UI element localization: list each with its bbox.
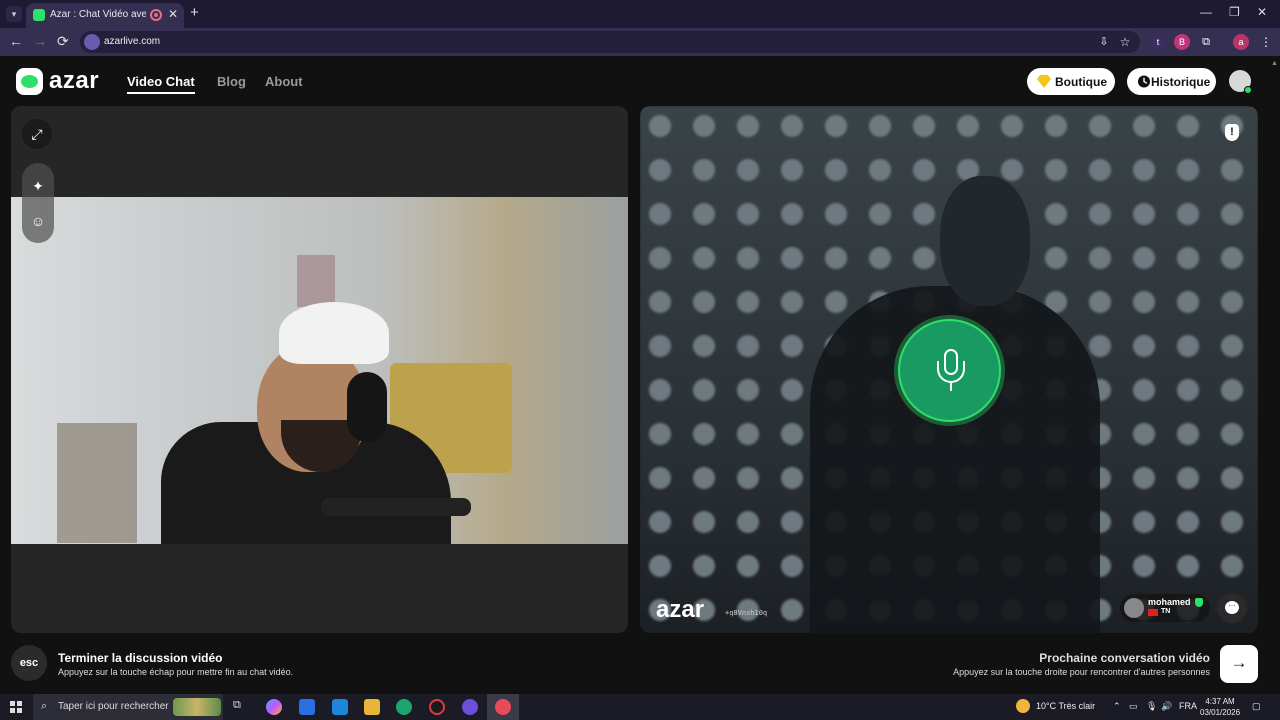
nav-blog[interactable]: Blog	[217, 74, 246, 89]
taskbar-search-box[interactable]: ⌕ Taper ici pour rechercher	[33, 694, 223, 720]
next-chat-arrow-button[interactable]: →	[1220, 645, 1258, 683]
site-info-icon[interactable]	[84, 34, 100, 50]
language-indicator[interactable]: FRA	[1179, 701, 1197, 711]
address-bar[interactable]: azarlive.com	[80, 31, 1140, 53]
search-highlight-art	[173, 698, 221, 716]
expand-icon[interactable]: ⤢	[22, 119, 52, 149]
effects-toolbar: ✦ ☺	[22, 163, 54, 243]
gem-icon	[1037, 75, 1051, 88]
windows-taskbar: ⌕ Taper ici pour rechercher ⧉ 10°C Très …	[0, 694, 1280, 720]
bookmark-star-icon[interactable]: ☆	[1117, 34, 1133, 50]
clock-date: 03/01/2026	[1200, 708, 1241, 717]
boutique-label: Boutique	[1055, 75, 1107, 89]
notification-icon[interactable]: ▢	[1252, 701, 1261, 712]
sparkle-effects-icon[interactable]: ✦	[23, 171, 53, 201]
peer-name: mohamed	[1148, 597, 1191, 607]
azar-logo-icon[interactable]	[16, 68, 43, 95]
azar-logo-text[interactable]: azar	[49, 67, 99, 95]
extension-t-icon[interactable]: t	[1150, 34, 1166, 50]
azar-favicon-icon	[33, 9, 45, 21]
tunisia-flag-icon	[1148, 609, 1158, 616]
next-chat-title: Prochaine conversation vidéo	[1039, 651, 1210, 665]
tray-overflow-icon[interactable]: ⌃	[1113, 701, 1121, 712]
online-status-icon	[1244, 86, 1252, 94]
face-filter-icon[interactable]: ☺	[23, 206, 53, 236]
nav-active-underline	[127, 92, 195, 94]
historique-label: Historique	[1151, 75, 1211, 89]
scrollbar-up-icon[interactable]: ▲	[1271, 60, 1278, 67]
boutique-button[interactable]: Boutique	[1027, 68, 1115, 95]
browser-menu-icon[interactable]: ⋮	[1258, 34, 1274, 50]
extensions-puzzle-icon[interactable]: ⧉	[1198, 34, 1214, 50]
network-icon[interactable]: ▭	[1129, 701, 1138, 712]
new-tab-button[interactable]: +	[190, 4, 199, 21]
browser-tab[interactable]: Azar : Chat Vidéo avec de n ✕	[26, 3, 184, 28]
windows-start-icon[interactable]	[10, 701, 22, 713]
restore-button[interactable]: ❐	[1229, 5, 1240, 19]
browser-toolbar: ← → ⟳ azarlive.com ⇩ ☆ t B ⧉ a ⋮	[0, 28, 1280, 56]
extension-shield-icon[interactable]: B	[1174, 34, 1190, 50]
end-chat-title: Terminer la discussion vidéo	[58, 651, 223, 665]
report-shield-icon[interactable]: !	[1225, 124, 1239, 141]
chat-button[interactable]: ···	[1217, 593, 1247, 623]
edge-browser-icon[interactable]	[396, 699, 412, 715]
peer-video-panel: ! azar +q8Vnsh10q mohamed TN ···	[640, 106, 1258, 633]
azar-page: azar Video Chat Blog About Boutique Hist…	[0, 56, 1280, 694]
peer-avatar	[1124, 598, 1144, 618]
clock-icon	[1137, 75, 1151, 88]
chrome-icon	[495, 699, 511, 715]
microphone-tray-icon[interactable]: 🎙	[1146, 701, 1157, 712]
peer-country: TN	[1161, 608, 1171, 615]
tab-close-icon[interactable]: ✕	[168, 7, 178, 21]
self-video-panel: ⤢ ✦ ☺	[11, 106, 628, 633]
install-app-icon[interactable]: ⇩	[1096, 34, 1112, 50]
search-placeholder: Taper ici pour rechercher	[58, 701, 169, 712]
wall-poster	[297, 255, 335, 307]
taskbar-active-app[interactable]	[487, 694, 519, 720]
mic-indicator[interactable]	[894, 315, 1005, 426]
copilot-icon[interactable]	[266, 699, 282, 715]
weather-moon-icon[interactable]	[1016, 699, 1030, 713]
nav-video-chat[interactable]: Video Chat	[127, 74, 195, 89]
obs-icon[interactable]	[429, 699, 445, 715]
self-person	[161, 302, 471, 544]
historique-button[interactable]: Historique	[1127, 68, 1216, 95]
peer-profile-chip[interactable]: mohamed TN	[1120, 594, 1210, 622]
recording-indicator-icon	[150, 9, 162, 21]
back-button[interactable]: ←	[9, 33, 23, 49]
browser-tab-bar: ▾ Azar : Chat Vidéo avec de n ✕ + — ❐ ✕	[0, 0, 1280, 28]
profile-avatar-icon[interactable]: a	[1233, 34, 1249, 50]
mail-icon[interactable]	[332, 699, 348, 715]
close-window-button[interactable]: ✕	[1257, 5, 1267, 19]
forward-button[interactable]: →	[33, 33, 47, 49]
tab-search-button[interactable]: ▾	[6, 6, 22, 22]
chat-bubble-icon: ···	[1225, 601, 1239, 614]
self-camera-feed	[11, 197, 628, 544]
url-text: azarlive.com	[104, 36, 161, 47]
reload-button[interactable]: ⟳	[57, 33, 69, 50]
next-chat-hint: Appuyez sur la touche droite pour rencon…	[953, 667, 1210, 677]
file-explorer-icon[interactable]	[364, 699, 380, 715]
weather-text[interactable]: 10°C Très clair	[1036, 701, 1095, 711]
session-id-text: +q8Vnsh10q	[725, 609, 768, 617]
nav-about[interactable]: About	[265, 74, 303, 89]
azar-watermark: azar	[656, 596, 705, 623]
end-chat-hint: Appuyez sur la touche échap pour mettre …	[58, 667, 294, 677]
discord-icon[interactable]	[462, 699, 478, 715]
verified-badge-icon	[1195, 598, 1203, 607]
esc-key-badge[interactable]: esc	[11, 645, 47, 681]
task-view-icon[interactable]: ⧉	[233, 699, 249, 715]
clock-time: 4:37 AM	[1205, 697, 1235, 706]
system-clock[interactable]: 4:37 AM 03/01/2026	[1200, 696, 1240, 718]
background-chair	[57, 423, 137, 543]
tab-title: Azar : Chat Vidéo avec de n	[50, 9, 146, 20]
minimize-button[interactable]: —	[1200, 5, 1212, 19]
store-icon[interactable]	[299, 699, 315, 715]
volume-icon[interactable]: 🔊	[1161, 701, 1172, 712]
search-icon: ⌕	[41, 700, 48, 712]
